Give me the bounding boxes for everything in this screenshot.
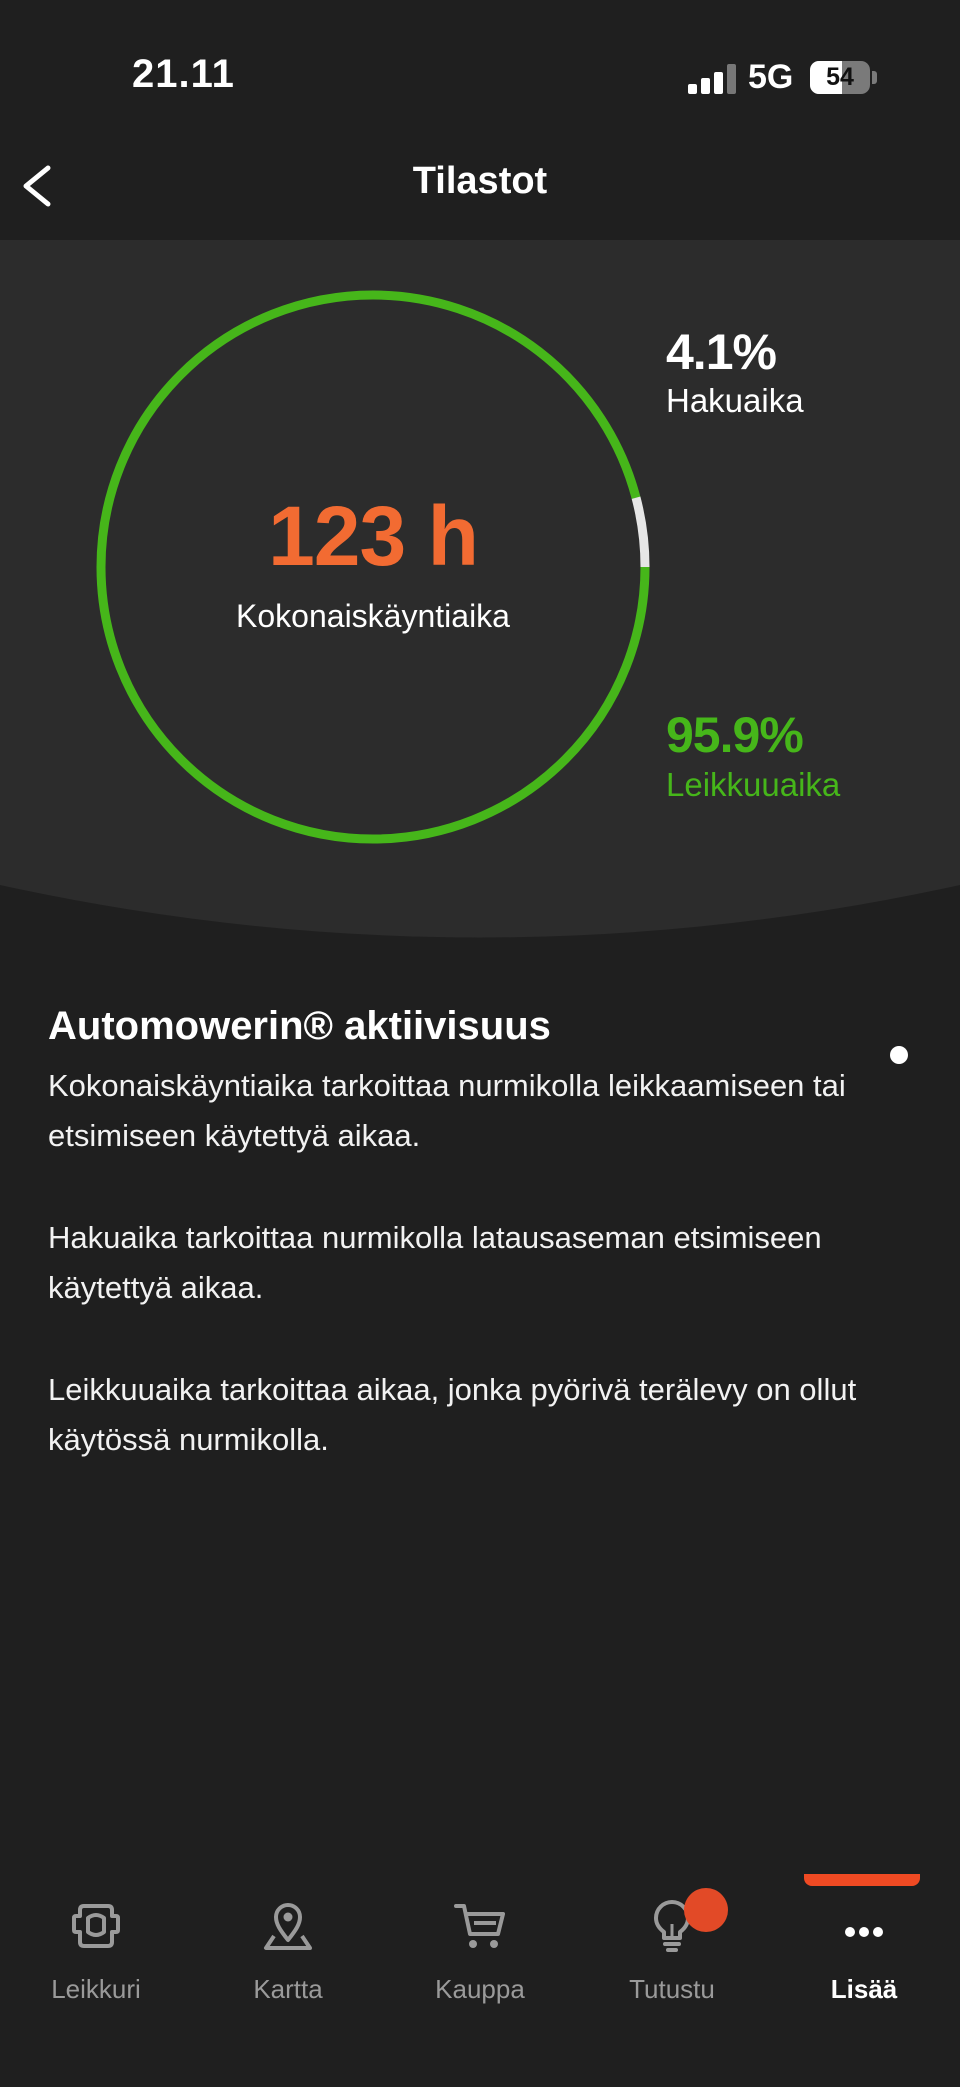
active-tab-indicator (804, 1874, 920, 1886)
tab-label: Kartta (253, 1974, 323, 2004)
cart-icon (454, 1904, 505, 1948)
cutting-time-label: Leikkuuaika (666, 766, 841, 803)
tab-label: Leikkuri (51, 1974, 141, 2004)
tab-leikkuri[interactable]: Leikkuri (0, 1896, 192, 2016)
battery-icon: 54 (810, 61, 870, 94)
tab-label: Tutustu (629, 1974, 715, 2004)
tab-tutustu[interactable]: Tutustu (576, 1896, 768, 2016)
total-runtime-label: Kokonaiskäyntiaika (236, 598, 510, 634)
signal-bars-icon (688, 64, 736, 94)
scroll-indicator (890, 1046, 908, 1064)
notification-badge (684, 1888, 728, 1932)
info-paragraph-total: Kokonaiskäyntiaika tarkoittaa nurmikolla… (48, 1068, 846, 1153)
status-bar: 21.11 5G 54 (0, 0, 960, 150)
tab-lisaa[interactable]: Lisää (768, 1896, 960, 2016)
map-pin-icon (264, 1903, 312, 1950)
tab-label: Lisää (830, 1974, 898, 2004)
info-paragraph-search: Hakuaika tarkoittaa nurmikolla latausase… (48, 1220, 822, 1305)
more-icon (845, 1927, 883, 1937)
activity-info-title: Automowerin® aktiivisuus (48, 1004, 551, 1048)
search-time-percent: 4.1% (666, 324, 777, 380)
network-type: 5G (748, 58, 794, 96)
search-time-label: Hakuaika (666, 382, 804, 419)
total-runtime-value: 123 h (268, 489, 479, 583)
tab-label: Kauppa (435, 1974, 525, 2004)
tab-kauppa[interactable]: Kauppa (384, 1896, 576, 2016)
battery-level: 54 (826, 63, 854, 91)
battery-tip (872, 71, 877, 84)
tab-kartta[interactable]: Kartta (192, 1896, 384, 2016)
info-paragraph-cutting: Leikkuuaika tarkoittaa aikaa, jonka pyör… (48, 1372, 857, 1457)
page-title: Tilastot (412, 160, 548, 202)
status-time: 21.11 (132, 52, 235, 96)
nav-bar: Tilastot (0, 150, 960, 240)
cutting-time-percent: 95.9% (666, 707, 804, 763)
activity-info: Automowerin® aktiivisuus Kokonaiskäyntia… (48, 1004, 908, 1517)
mower-icon (72, 1904, 120, 1948)
